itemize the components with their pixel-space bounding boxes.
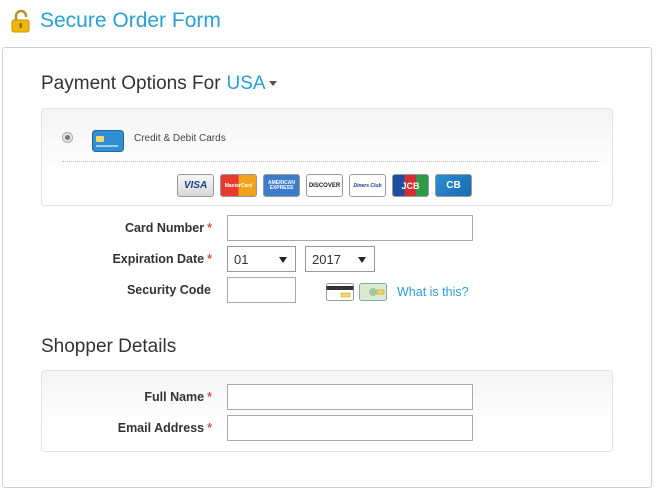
shopper-details-heading: Shopper Details xyxy=(41,336,177,357)
jcb-logo-icon: JCB xyxy=(392,174,429,197)
expiration-year-value: 2017 xyxy=(312,251,341,267)
card-front-cvv-icon xyxy=(359,283,387,301)
visa-logo-icon: VISA xyxy=(177,174,214,197)
payment-options-heading: Payment Options For USA xyxy=(41,73,277,95)
security-code-label: Security Code xyxy=(126,283,211,297)
country-label: USA xyxy=(226,73,266,94)
full-name-label: Full Name * xyxy=(144,390,212,404)
caret-down-icon xyxy=(268,81,277,87)
mastercard-logo-icon: MasterCard xyxy=(220,174,257,197)
email-address-input[interactable] xyxy=(227,415,473,441)
email-address-label: Email Address * xyxy=(117,421,212,435)
page-header: Secure Order Form xyxy=(10,6,221,36)
discover-logo-icon: DISCOVER xyxy=(306,174,343,197)
order-form-panel: Payment Options For USA Credit & Debit Ca… xyxy=(2,47,652,488)
dropdown-arrow-icon xyxy=(279,257,287,263)
card-number-label: Card Number * xyxy=(124,221,212,235)
payment-method-label: Credit & Debit Cards xyxy=(134,133,226,144)
diners-club-logo-icon: Diners Club xyxy=(349,174,386,197)
dotted-divider xyxy=(62,161,598,162)
amex-logo-icon: AMERICAN EXPRESS xyxy=(263,174,300,197)
card-brand-logos: VISA MasterCard AMERICAN EXPRESS DISCOVE… xyxy=(177,174,472,197)
card-back-cvv-icon xyxy=(326,283,354,301)
cvv-help-link[interactable]: What is this? xyxy=(397,285,469,299)
cb-logo-icon: CB xyxy=(435,174,472,197)
expiration-month-select[interactable]: 01 xyxy=(227,246,296,272)
lock-icon xyxy=(11,9,30,33)
credit-card-icon xyxy=(92,130,124,152)
payment-heading-text: Payment Options For xyxy=(41,73,221,94)
credit-card-radio[interactable] xyxy=(62,132,73,143)
expiration-year-select[interactable]: 2017 xyxy=(305,246,375,272)
page-title: Secure Order Form xyxy=(40,9,221,32)
card-number-input[interactable] xyxy=(227,215,473,241)
expiration-month-value: 01 xyxy=(234,251,249,267)
country-selector[interactable]: USA xyxy=(227,73,277,94)
security-code-input[interactable] xyxy=(227,277,296,303)
expiration-date-label: Expiration Date * xyxy=(112,252,212,266)
payment-method-box: Credit & Debit Cards VISA MasterCard AME… xyxy=(41,108,613,206)
dropdown-arrow-icon xyxy=(358,257,366,263)
full-name-input[interactable] xyxy=(227,384,473,410)
